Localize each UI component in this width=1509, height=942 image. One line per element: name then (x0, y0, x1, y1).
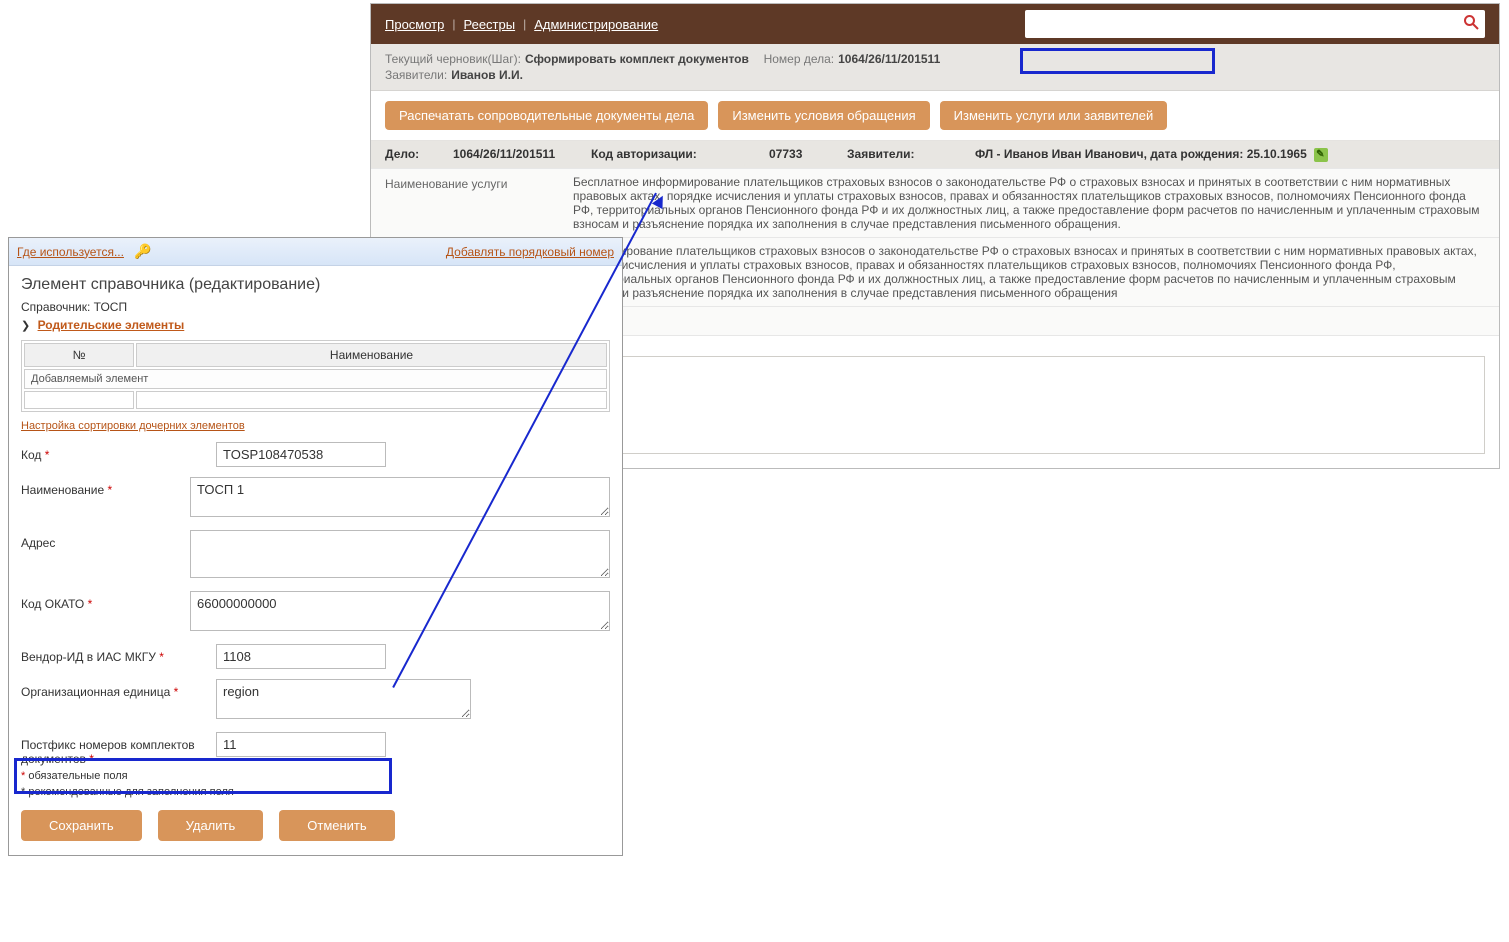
key-icon: 🔑 (134, 243, 151, 260)
print-cover-button[interactable]: Распечатать сопроводительные документы д… (385, 101, 708, 130)
draft-value: Сформировать комплект документов (525, 52, 749, 66)
where-used-link[interactable]: Где используется... (17, 245, 124, 259)
search-icon[interactable] (1463, 14, 1479, 35)
postfix-input[interactable] (216, 732, 386, 757)
vendor-input[interactable] (216, 644, 386, 669)
delete-button[interactable]: Удалить (158, 810, 264, 841)
cancel-button[interactable]: Отменить (279, 810, 394, 841)
okato-textarea[interactable] (190, 591, 610, 631)
edit-applicant-icon[interactable] (1314, 148, 1328, 162)
footnote-required: * * обязательные поляобязательные поля (21, 770, 610, 782)
nav-admin[interactable]: Администрирование (534, 17, 658, 32)
service-name-label: Наименование услуги (385, 175, 565, 191)
search-box (1025, 10, 1485, 38)
postfix-label: Постфикс номеров комплектов документов (21, 738, 195, 766)
vendor-label: Вендор-ИД в ИАС МКГУ (21, 650, 156, 664)
action-row: Распечатать сопроводительные документы д… (371, 91, 1499, 141)
info-head-row: Дело: 1064/26/11/201511 Код авторизации:… (371, 141, 1499, 169)
change-conditions-button[interactable]: Изменить условия обращения (718, 101, 929, 130)
service-name-row: Наименование услуги Бесплатное информиро… (371, 169, 1499, 238)
auth-value: 07733 (769, 147, 839, 161)
okato-label: Код ОКАТО (21, 597, 84, 611)
case-value: 1064/26/11/201511 (453, 147, 583, 161)
col-num: № (24, 343, 134, 367)
dict-line: Справочник: ТОСП (21, 300, 610, 314)
name-textarea[interactable] (190, 477, 610, 517)
search-input[interactable] (1031, 17, 1463, 31)
nav-sep: | (523, 17, 526, 31)
name-label: Наименование (21, 483, 104, 497)
status-strip: Текущий черновик(Шаг): Сформировать комп… (371, 44, 1499, 91)
addr-textarea[interactable] (190, 530, 610, 578)
org-label: Организационная единица (21, 685, 170, 699)
draft-label: Текущий черновик(Шаг): (385, 52, 521, 66)
col-name: Наименование (136, 343, 607, 367)
footnote-recommended: * рекомендованные для заполнения поля (21, 786, 610, 798)
service-goal-value: Информирование плательщиков страховых вз… (573, 244, 1485, 300)
editor-buttons: Сохранить Удалить Отменить (21, 810, 610, 841)
auth-label: Код авторизации: (591, 147, 761, 161)
add-row-label: Добавляемый элемент (24, 369, 607, 389)
code-input[interactable] (216, 442, 386, 467)
addr-label: Адрес (21, 536, 55, 550)
chevron-down-icon[interactable]: ❯ (21, 320, 30, 332)
sort-settings-link[interactable]: Настройка сортировки дочерних элементов (21, 420, 245, 432)
nav-sep: | (452, 17, 455, 31)
top-nav-bar: Просмотр | Реестры | Администрирование (371, 4, 1499, 44)
save-button[interactable]: Сохранить (21, 810, 142, 841)
applicants-label: Заявители: (385, 68, 447, 82)
applicants-head-label: Заявители: (847, 147, 967, 161)
add-ordinal-link[interactable]: Добавлять порядковый номер (446, 245, 614, 259)
applicants-head-value: ФЛ - Иванов Иван Иванович, дата рождения… (975, 147, 1485, 162)
nav-registries[interactable]: Реестры (464, 17, 516, 32)
service-name-value: Бесплатное информирование плательщиков с… (573, 175, 1485, 231)
applicants-value: Иванов И.И. (451, 68, 523, 82)
editor-titlebar: Где используется... 🔑 Добавлять порядков… (9, 238, 622, 266)
org-textarea[interactable] (216, 679, 471, 719)
nav-view[interactable]: Просмотр (385, 17, 444, 32)
editor-dialog: Где используется... 🔑 Добавлять порядков… (8, 237, 623, 856)
reglament-value: нет (573, 313, 1485, 327)
editor-heading: Элемент справочника (редактирование) (21, 276, 610, 294)
code-label: Код (21, 448, 41, 462)
table-row[interactable] (24, 391, 607, 409)
parent-elements-link[interactable]: Родительские элементы (38, 318, 185, 332)
case-num-value: 1064/26/11/201511 (838, 52, 940, 66)
children-table: № Наименование Добавляемый элемент (21, 340, 610, 412)
case-num-label: Номер дела: (764, 52, 835, 66)
case-label: Дело: (385, 147, 445, 161)
change-services-button[interactable]: Изменить услуги или заявителей (940, 101, 1168, 130)
